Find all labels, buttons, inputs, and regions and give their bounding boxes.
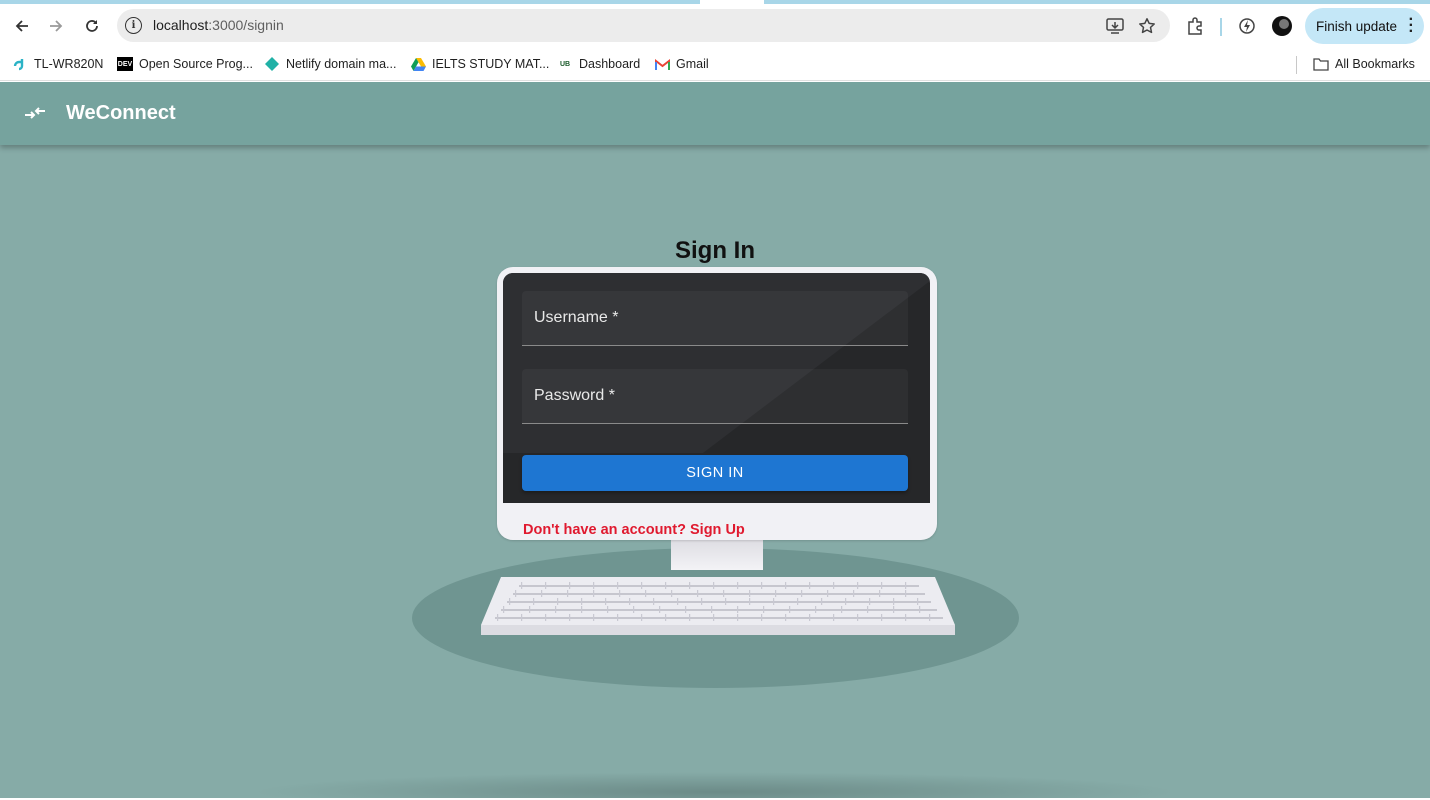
dev-icon: DEV [117,57,133,71]
finish-update-label: Finish update [1316,18,1398,34]
page-title: Sign In [675,237,755,264]
keyboard-illustration [481,577,955,635]
netlify-icon [264,56,280,72]
bookmark-label: IELTS STUDY MAT... [432,57,550,71]
monitor-illustration: Username * Password * SIGN IN Don't have… [497,267,937,540]
performance-icon[interactable] [1236,15,1258,37]
bookmark-label: Gmail [676,57,709,71]
gmail-icon [654,56,670,72]
password-field[interactable]: Password * [522,369,908,424]
google-drive-icon [410,56,426,72]
signup-link[interactable]: Don't have an account? Sign Up [523,522,745,538]
bookmark-item[interactable]: DEV Open Source Prog... [117,54,253,74]
finish-update-button[interactable]: Finish update · · · [1305,8,1424,44]
app-viewport: WeConnect Sign In Username * Password * … [0,82,1430,798]
bookmark-label: Open Source Prog... [139,57,253,71]
tplink-icon [12,56,28,72]
extensions-icon[interactable] [1184,15,1206,37]
more-menu-icon[interactable]: · · · [1409,12,1414,40]
bookmark-label: Netlify domain ma... [286,57,397,71]
monitor-screen: Username * Password * SIGN IN [503,273,930,503]
reload-icon[interactable] [78,12,106,40]
toolbar-divider [1220,18,1222,36]
bookmark-item[interactable]: Gmail [654,54,709,74]
bookmark-item[interactable]: Netlify domain ma... [264,54,396,74]
password-input[interactable] [522,369,908,423]
forward-icon[interactable] [42,12,70,40]
username-input[interactable] [522,291,908,345]
dashboard-icon: UB [559,60,571,68]
bookmark-item[interactable]: TL-WR820N [12,54,103,74]
bookmarks-divider [1296,56,1297,74]
bookmark-label: Dashboard [579,57,641,71]
install-app-icon[interactable] [1104,15,1126,37]
site-info-icon[interactable]: i [125,17,142,34]
collapse-arrows-icon[interactable] [22,102,48,124]
bookmark-label: TL-WR820N [34,57,104,71]
all-bookmarks-button[interactable]: All Bookmarks [1313,54,1415,74]
folder-icon [1313,56,1329,72]
bookmarks-bar: TL-WR820N DEV Open Source Prog... Netlif… [0,48,1430,81]
address-bar[interactable]: i localhost:3000/signin [117,9,1170,42]
username-field[interactable]: Username * [522,291,908,346]
bottom-shadow [250,772,1180,798]
signin-button[interactable]: SIGN IN [522,455,908,491]
url-text[interactable]: localhost:3000/signin [153,17,284,33]
bookmark-item[interactable]: IELTS STUDY MAT... [410,54,549,74]
app-brand: WeConnect [66,102,176,124]
back-icon[interactable] [8,12,36,40]
monitor-stand [671,540,763,570]
all-bookmarks-label: All Bookmarks [1335,57,1415,71]
profile-avatar-icon[interactable] [1271,15,1293,37]
app-header: WeConnect [0,82,1430,145]
browser-toolbar: i localhost:3000/signin Finish update · ·… [0,4,1430,48]
bookmark-item[interactable]: UB Dashboard [557,54,640,74]
bookmark-star-icon[interactable] [1136,15,1158,37]
